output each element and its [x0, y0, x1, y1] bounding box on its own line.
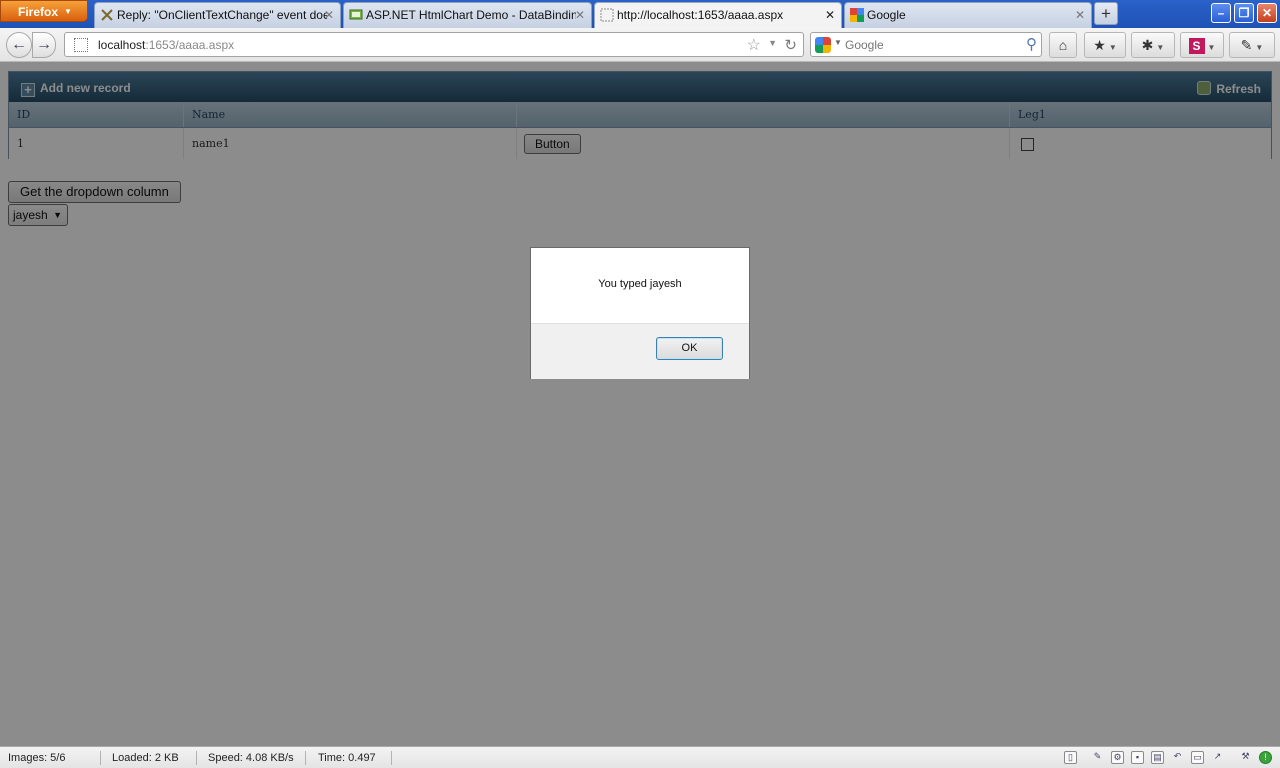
- google-engine-icon[interactable]: [815, 37, 831, 53]
- chart-icon[interactable]: ↗: [1211, 751, 1224, 764]
- addon-s-button[interactable]: S ▼: [1180, 32, 1224, 58]
- tab-google[interactable]: Google ✕: [844, 2, 1092, 28]
- forward-button[interactable]: →: [32, 32, 56, 58]
- status-speed: Speed: 4.08 KB/s: [200, 751, 306, 765]
- close-window-button[interactable]: ✕: [1257, 3, 1277, 23]
- chevron-down-icon: ▼: [1156, 43, 1165, 52]
- alert-dialog: You typed jayesh OK: [530, 247, 750, 379]
- close-tab-icon[interactable]: ✕: [575, 3, 585, 27]
- new-tab-button[interactable]: +: [1094, 2, 1118, 25]
- modal-overlay: [0, 63, 1280, 746]
- bookmarks-button[interactable]: ★ ▼: [1084, 32, 1126, 58]
- arrow-left-icon: ←: [11, 36, 27, 53]
- network-icon[interactable]: ⚙: [1111, 751, 1124, 764]
- undo-icon[interactable]: ↶: [1171, 751, 1184, 764]
- tools-button[interactable]: ✎ ▼: [1229, 32, 1275, 58]
- info-icon[interactable]: !: [1259, 751, 1272, 764]
- ok-button[interactable]: OK: [656, 337, 723, 360]
- status-bar: Images: 5/6 Loaded: 2 KB Speed: 4.08 KB/…: [0, 746, 1280, 768]
- chevron-down-icon: ▼: [1207, 43, 1216, 52]
- home-icon: ⌂: [1058, 37, 1068, 53]
- browser-window: Firefox ▼ Reply: "OnClientTextChange" eve…: [0, 0, 1280, 768]
- bug-icon: ✱: [1141, 37, 1154, 53]
- firebug-button[interactable]: ✱ ▼: [1131, 32, 1175, 58]
- search-icon[interactable]: ⚲: [1026, 35, 1037, 53]
- close-tab-icon[interactable]: ✕: [1075, 3, 1085, 27]
- title-bar: Firefox ▼ Reply: "OnClientTextChange" eve…: [0, 0, 1280, 29]
- alert-message: You typed jayesh: [598, 278, 682, 290]
- url-text: localhost:1653/aaaa.aspx: [98, 38, 235, 52]
- status-loaded: Loaded: 2 KB: [104, 751, 197, 765]
- blank-page-icon: [600, 8, 614, 22]
- site-identity-icon[interactable]: [74, 38, 88, 52]
- back-button[interactable]: ←: [6, 32, 32, 58]
- eyedropper-icon: ✎: [1240, 37, 1253, 53]
- chevron-down-icon: ▼: [1255, 43, 1264, 52]
- google-icon: [850, 8, 864, 22]
- home-button[interactable]: ⌂: [1049, 32, 1077, 58]
- reload-icon[interactable]: ↻: [784, 36, 797, 54]
- history-dropdown-icon[interactable]: ▼: [768, 38, 777, 48]
- bookmark-star-icon[interactable]: ☆: [747, 35, 761, 55]
- navigation-toolbar: ← → localhost:1653/aaaa.aspx ☆ ▼ ↻ ▼ ⚲ ⌂…: [0, 28, 1280, 62]
- print-icon[interactable]: ▤: [1151, 751, 1164, 764]
- restore-button[interactable]: ❐: [1234, 3, 1254, 23]
- status-images: Images: 5/6: [0, 751, 101, 765]
- address-bar[interactable]: localhost:1653/aaaa.aspx ☆ ▼ ↻: [64, 32, 804, 57]
- close-tab-icon[interactable]: ✕: [324, 3, 334, 27]
- close-tab-icon[interactable]: ✕: [825, 3, 835, 27]
- telerik-icon: [349, 9, 363, 20]
- edit-icon[interactable]: ✎: [1091, 751, 1104, 764]
- forum-icon: [101, 9, 113, 21]
- minimize-button[interactable]: –: [1211, 3, 1231, 23]
- tab-localhost[interactable]: http://localhost:1653/aaaa.aspx ✕: [594, 2, 842, 29]
- chevron-down-icon: ▼: [1108, 43, 1117, 52]
- tab-htmlchart-demo[interactable]: ASP.NET HtmlChart Demo - DataBinding - .…: [343, 2, 592, 28]
- status-time: Time: 0.497: [310, 751, 392, 765]
- search-input[interactable]: [845, 37, 1015, 53]
- chevron-down-icon: ▼: [64, 7, 72, 16]
- engine-dropdown-icon[interactable]: ▼: [834, 38, 842, 47]
- arrow-right-icon: →: [36, 36, 52, 53]
- tools-icon[interactable]: ⚒: [1239, 751, 1252, 764]
- page-info-icon[interactable]: ▯: [1064, 751, 1077, 764]
- page-content: + Add new record Refresh ID Name Leg1 1 n…: [0, 63, 1280, 746]
- firefox-menu-button[interactable]: Firefox ▼: [0, 0, 88, 22]
- note-icon[interactable]: ▭: [1191, 751, 1204, 764]
- s-addon-icon: S: [1188, 38, 1205, 54]
- search-box[interactable]: ▼ ⚲: [810, 32, 1042, 57]
- tab-reply[interactable]: Reply: "OnClientTextChange" event doe...…: [94, 2, 341, 28]
- save-icon[interactable]: ▪: [1131, 751, 1144, 764]
- bookmarks-icon: ★: [1093, 37, 1106, 53]
- alert-footer: OK: [531, 323, 749, 379]
